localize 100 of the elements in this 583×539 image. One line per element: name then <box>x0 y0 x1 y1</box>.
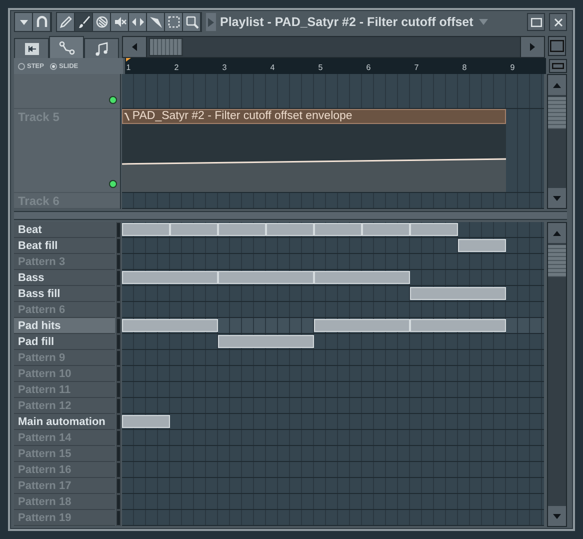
bar-number: 9 <box>510 63 515 73</box>
maximize-button[interactable] <box>527 13 545 31</box>
dashed-square-tool[interactable] <box>165 13 183 31</box>
pattern-handle[interactable] <box>116 334 122 350</box>
view-tab[interactable] <box>84 38 119 58</box>
pattern-clip[interactable] <box>218 335 314 348</box>
pattern-handle[interactable] <box>116 382 122 398</box>
pattern-lane[interactable] <box>122 238 544 254</box>
view-tab[interactable] <box>14 38 49 58</box>
pattern-lane[interactable] <box>122 414 544 430</box>
dashed-square-icon <box>166 15 180 29</box>
scroll-thumb[interactable] <box>548 97 566 129</box>
pattern-handle[interactable] <box>116 398 122 414</box>
curve-icon <box>124 112 130 121</box>
pattern-clip[interactable] <box>410 319 506 332</box>
pattern-handle[interactable] <box>116 430 122 446</box>
pattern-lane[interactable] <box>122 318 544 334</box>
brush-tool[interactable] <box>75 13 93 31</box>
close-icon <box>554 18 562 26</box>
pattern-clip[interactable] <box>314 271 410 284</box>
pattern-clip[interactable] <box>122 223 170 236</box>
pattern-handle[interactable] <box>116 286 122 302</box>
pattern-clip[interactable] <box>362 223 410 236</box>
double-arrow-tool[interactable] <box>129 13 147 31</box>
bar-icon <box>552 63 564 69</box>
pattern-clip[interactable] <box>314 319 410 332</box>
pattern-clip[interactable] <box>122 271 218 284</box>
close-button[interactable] <box>549 13 567 31</box>
pattern-name[interactable]: Pad fill <box>14 334 116 350</box>
dropdown-tool[interactable] <box>15 13 33 31</box>
pattern-clip[interactable] <box>314 223 362 236</box>
brush-icon <box>76 15 90 29</box>
pattern-handle[interactable] <box>116 238 122 254</box>
pattern-lane[interactable] <box>122 334 544 350</box>
pattern-handle[interactable] <box>116 510 122 526</box>
pattern-handle[interactable] <box>116 318 122 334</box>
panel-button[interactable] <box>549 59 567 73</box>
horizontal-scrollbar[interactable] <box>122 36 545 58</box>
status-led[interactable] <box>109 180 118 188</box>
view-tab[interactable] <box>49 36 84 58</box>
pattern-name[interactable]: Main automation <box>14 414 116 430</box>
pattern-name[interactable]: Beat <box>14 222 116 238</box>
scroll-up-button[interactable] <box>548 223 566 243</box>
muted-speaker-icon <box>112 15 126 29</box>
pattern-handle[interactable] <box>116 414 122 430</box>
striped-circle-tool[interactable] <box>93 13 111 31</box>
pattern-name[interactable]: Beat fill <box>14 238 116 254</box>
track-lane[interactable] <box>122 193 544 209</box>
up-arrow-icon <box>553 230 562 236</box>
pattern-name[interactable]: Bass <box>14 270 116 286</box>
maximize-icon <box>530 18 542 26</box>
pattern-handle[interactable] <box>116 494 122 510</box>
right-arrow-icon <box>530 43 535 51</box>
timeline-ruler[interactable]: 1 2 3 4 5 6 7 8 9 <box>125 58 546 74</box>
pattern-clip[interactable] <box>458 239 506 252</box>
pattern-handle[interactable] <box>116 462 122 478</box>
pattern-clip[interactable] <box>218 223 266 236</box>
pattern-lane[interactable] <box>122 222 544 238</box>
muted-speaker-tool[interactable] <box>111 13 129 31</box>
pattern-clip[interactable] <box>410 287 506 300</box>
scroll-down-button[interactable] <box>548 188 566 208</box>
pattern-name[interactable]: Pad hits <box>14 318 116 334</box>
pencil-tool[interactable] <box>57 13 75 31</box>
pattern-name[interactable]: Bass fill <box>14 286 116 302</box>
pattern-handle[interactable] <box>116 350 122 366</box>
arrow-icon <box>208 18 214 26</box>
caret-icon[interactable] <box>479 19 488 25</box>
pattern-clip[interactable] <box>122 319 218 332</box>
pattern-handle[interactable] <box>116 222 122 238</box>
pattern-handle[interactable] <box>116 478 122 494</box>
splitter-handle[interactable] <box>14 211 567 220</box>
track-lane[interactable] <box>122 74 544 109</box>
scroll-up-button[interactable] <box>548 75 566 95</box>
pattern-handle[interactable] <box>116 254 122 270</box>
scroll-thumb[interactable] <box>548 245 566 277</box>
scroll-right-button[interactable] <box>520 37 544 57</box>
vertical-scrollbar[interactable] <box>547 74 568 209</box>
pattern-lane[interactable] <box>122 286 544 302</box>
zoom-tool[interactable] <box>183 13 201 31</box>
knife-tool[interactable] <box>147 13 165 31</box>
bar-number: 5 <box>318 63 323 73</box>
scroll-down-button[interactable] <box>548 506 566 526</box>
pattern-handle[interactable] <box>116 270 122 286</box>
arrow-button[interactable] <box>206 13 216 31</box>
pattern-clip[interactable] <box>122 415 170 428</box>
pattern-clip[interactable] <box>170 223 218 236</box>
bar-number: 1 <box>126 63 131 73</box>
panel-button[interactable] <box>548 36 566 56</box>
envelope-line[interactable] <box>122 158 506 165</box>
pattern-lane[interactable] <box>122 270 544 286</box>
pattern-clip[interactable] <box>218 271 314 284</box>
status-led[interactable] <box>109 96 118 104</box>
vertical-scrollbar[interactable] <box>547 222 567 527</box>
pattern-clip[interactable] <box>410 223 458 236</box>
pattern-handle[interactable] <box>116 302 122 318</box>
pattern-handle[interactable] <box>116 366 122 382</box>
pattern-handle[interactable] <box>116 446 122 462</box>
scroll-thumb[interactable] <box>149 38 183 56</box>
pattern-clip[interactable] <box>266 223 314 236</box>
magnet-tool[interactable] <box>33 13 51 31</box>
